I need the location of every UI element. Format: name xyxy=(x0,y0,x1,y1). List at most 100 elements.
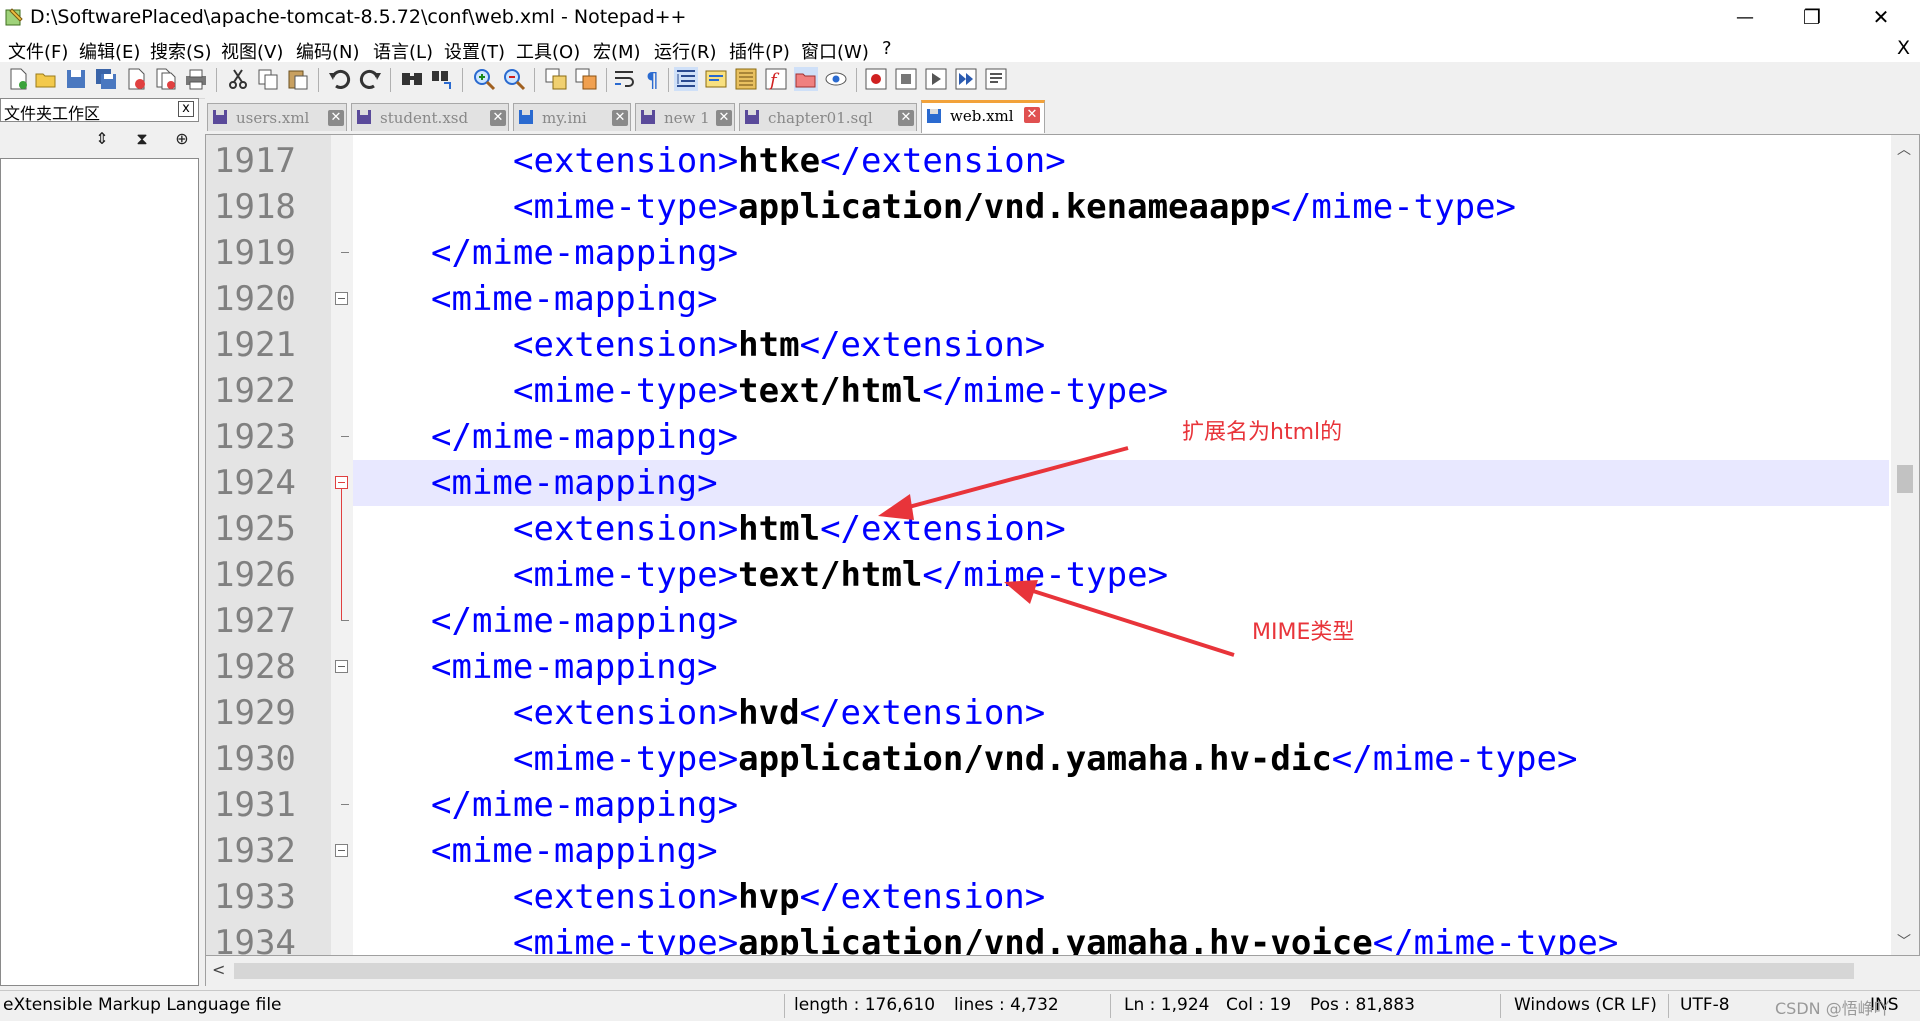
code-line[interactable]: <mime-mapping> xyxy=(353,644,1889,690)
cut-icon[interactable] xyxy=(226,67,250,91)
code-line[interactable]: <mime-type>application/vnd.yamaha.hv-dic… xyxy=(353,736,1889,782)
save-icon[interactable] xyxy=(64,67,88,91)
vertical-scrollbar[interactable]: ︿ ﹀ xyxy=(1891,135,1919,955)
code-line[interactable]: <mime-mapping> xyxy=(353,828,1889,874)
tab-close-icon[interactable]: ✕ xyxy=(716,110,732,126)
vertical-scroll-thumb[interactable] xyxy=(1897,465,1913,493)
xml-value: text/html xyxy=(738,555,923,595)
close-window-button[interactable]: ✕ xyxy=(1852,0,1910,34)
tab-close-icon[interactable]: ✕ xyxy=(898,110,914,126)
horizontal-scrollbar[interactable]: < xyxy=(205,956,1893,986)
folder-as-workspace-icon[interactable] xyxy=(794,67,818,91)
user-defined-language-icon[interactable] xyxy=(704,67,728,91)
run-macro-multiple-icon[interactable] xyxy=(954,67,978,91)
menu-plugins[interactable]: 插件(P) xyxy=(729,38,790,64)
code-line[interactable]: <mime-type>application/vnd.yamaha.hv-voi… xyxy=(353,920,1889,955)
tab-my-ini[interactable]: my.ini ✕ xyxy=(513,103,631,131)
print-icon[interactable] xyxy=(184,67,208,91)
stop-recording-icon[interactable] xyxy=(894,67,918,91)
new-file-icon[interactable] xyxy=(6,67,30,91)
fold-toggle-icon[interactable] xyxy=(335,660,348,673)
scroll-down-icon[interactable]: ﹀ xyxy=(1897,931,1911,951)
zoom-in-icon[interactable] xyxy=(472,67,496,91)
find-icon[interactable] xyxy=(400,67,424,91)
code-line[interactable]: <extension>hvd</extension> xyxy=(353,690,1889,736)
menu-settings[interactable]: 设置(T) xyxy=(444,38,505,64)
tab-close-icon[interactable]: ✕ xyxy=(328,110,344,126)
menu-tools[interactable]: 工具(O) xyxy=(516,38,580,64)
code-line[interactable]: <extension>html</extension> xyxy=(353,506,1889,552)
copy-icon[interactable] xyxy=(256,67,280,91)
code-line[interactable]: <mime-mapping> xyxy=(353,276,1889,322)
code-line[interactable]: <extension>htke</extension> xyxy=(353,138,1889,184)
paste-icon[interactable] xyxy=(286,67,310,91)
panel-close-button[interactable]: x xyxy=(178,101,194,117)
scroll-left-icon[interactable]: < xyxy=(212,960,225,979)
menu-view[interactable]: 视图(V) xyxy=(221,38,283,64)
zoom-out-icon[interactable] xyxy=(502,67,526,91)
close-document-button[interactable]: X xyxy=(1897,37,1910,59)
code-line[interactable]: <extension>htm</extension> xyxy=(353,322,1889,368)
tab-close-icon[interactable]: ✕ xyxy=(1024,107,1040,123)
save-all-icon[interactable] xyxy=(94,67,118,91)
code-line[interactable]: </mime-mapping> xyxy=(353,598,1889,644)
current-code-line[interactable]: <mime-mapping> xyxy=(353,460,1889,506)
undo-icon[interactable] xyxy=(328,67,352,91)
menu-edit[interactable]: 编辑(E) xyxy=(79,38,140,64)
tab-close-icon[interactable]: ✕ xyxy=(612,110,628,126)
save-macro-icon[interactable] xyxy=(984,67,1008,91)
code-line[interactable]: </mime-mapping> xyxy=(353,414,1889,460)
fold-toggle-icon[interactable] xyxy=(335,844,348,857)
menu-run[interactable]: 运行(R) xyxy=(654,38,717,64)
tab-web-xml[interactable]: web.xml ✕ xyxy=(921,100,1045,133)
code-line[interactable]: <extension>hvp</extension> xyxy=(353,874,1889,920)
tab-student-xsd[interactable]: student.xsd ✕ xyxy=(351,103,509,131)
menu-macro[interactable]: 宏(M) xyxy=(593,38,641,64)
sync-horizontal-icon[interactable] xyxy=(574,67,598,91)
code-line[interactable]: <mime-type>text/html</mime-type> xyxy=(353,368,1889,414)
close-file-icon[interactable] xyxy=(124,67,148,91)
menu-file[interactable]: 文件(F) xyxy=(8,38,68,64)
menu-language[interactable]: 语言(L) xyxy=(373,38,433,64)
code-line[interactable]: <mime-type>application/vnd.kenameaapp</m… xyxy=(353,184,1889,230)
code-area[interactable]: <extension>htke</extension> <mime-type>ap… xyxy=(353,135,1889,955)
tab-new-1[interactable]: new 1 ✕ xyxy=(635,103,735,131)
show-all-characters-icon[interactable]: ¶ xyxy=(642,67,666,91)
code-line[interactable]: </mime-mapping> xyxy=(353,230,1889,276)
minimize-button[interactable]: — xyxy=(1716,0,1774,34)
indent-guide-icon[interactable] xyxy=(674,67,698,91)
play-macro-icon[interactable] xyxy=(924,67,948,91)
folder-workspace-tree[interactable] xyxy=(0,158,199,986)
fold-toggle-icon[interactable] xyxy=(335,476,348,489)
tab-users-xml[interactable]: users.xml ✕ xyxy=(207,103,347,131)
tab-chapter01-sql[interactable]: chapter01.sql ✕ xyxy=(739,103,917,131)
menu-search[interactable]: 搜索(S) xyxy=(150,38,211,64)
menu-help[interactable]: ? xyxy=(882,38,892,59)
status-encoding[interactable]: UTF-8 xyxy=(1680,995,1730,1015)
word-wrap-icon[interactable] xyxy=(612,67,636,91)
code-line[interactable]: <mime-type>text/html</mime-type> xyxy=(353,552,1889,598)
code-line[interactable]: </mime-mapping> xyxy=(353,782,1889,828)
locate-current-file-icon[interactable]: ⊕ xyxy=(172,129,192,149)
monitoring-icon[interactable] xyxy=(824,67,848,91)
horizontal-scroll-thumb[interactable] xyxy=(234,963,1854,979)
open-file-icon[interactable] xyxy=(34,67,58,91)
code-editor[interactable]: 1917 1918 1919 1920 1921 1922 1923 1924 1925 1926… xyxy=(205,134,1920,956)
menu-encoding[interactable]: 编码(N) xyxy=(296,38,360,64)
expand-all-icon[interactable]: ⇕ xyxy=(92,129,112,149)
close-all-icon[interactable] xyxy=(154,67,178,91)
record-macro-icon[interactable] xyxy=(864,67,888,91)
menu-window[interactable]: 窗口(W) xyxy=(801,38,869,64)
scroll-up-icon[interactable]: ︿ xyxy=(1897,139,1911,159)
document-map-icon[interactable] xyxy=(734,67,758,91)
function-list-icon[interactable]: f xyxy=(764,67,788,91)
fold-margin[interactable] xyxy=(331,135,353,955)
restore-button[interactable]: ❐ xyxy=(1783,0,1841,34)
sync-vertical-icon[interactable] xyxy=(544,67,568,91)
redo-icon[interactable] xyxy=(358,67,382,91)
tab-close-icon[interactable]: ✕ xyxy=(490,110,506,126)
replace-icon[interactable] xyxy=(430,67,454,91)
fold-toggle-icon[interactable] xyxy=(335,292,348,305)
status-eol-format[interactable]: Windows (CR LF) xyxy=(1514,995,1657,1015)
collapse-all-icon[interactable]: ⧗ xyxy=(132,129,152,149)
